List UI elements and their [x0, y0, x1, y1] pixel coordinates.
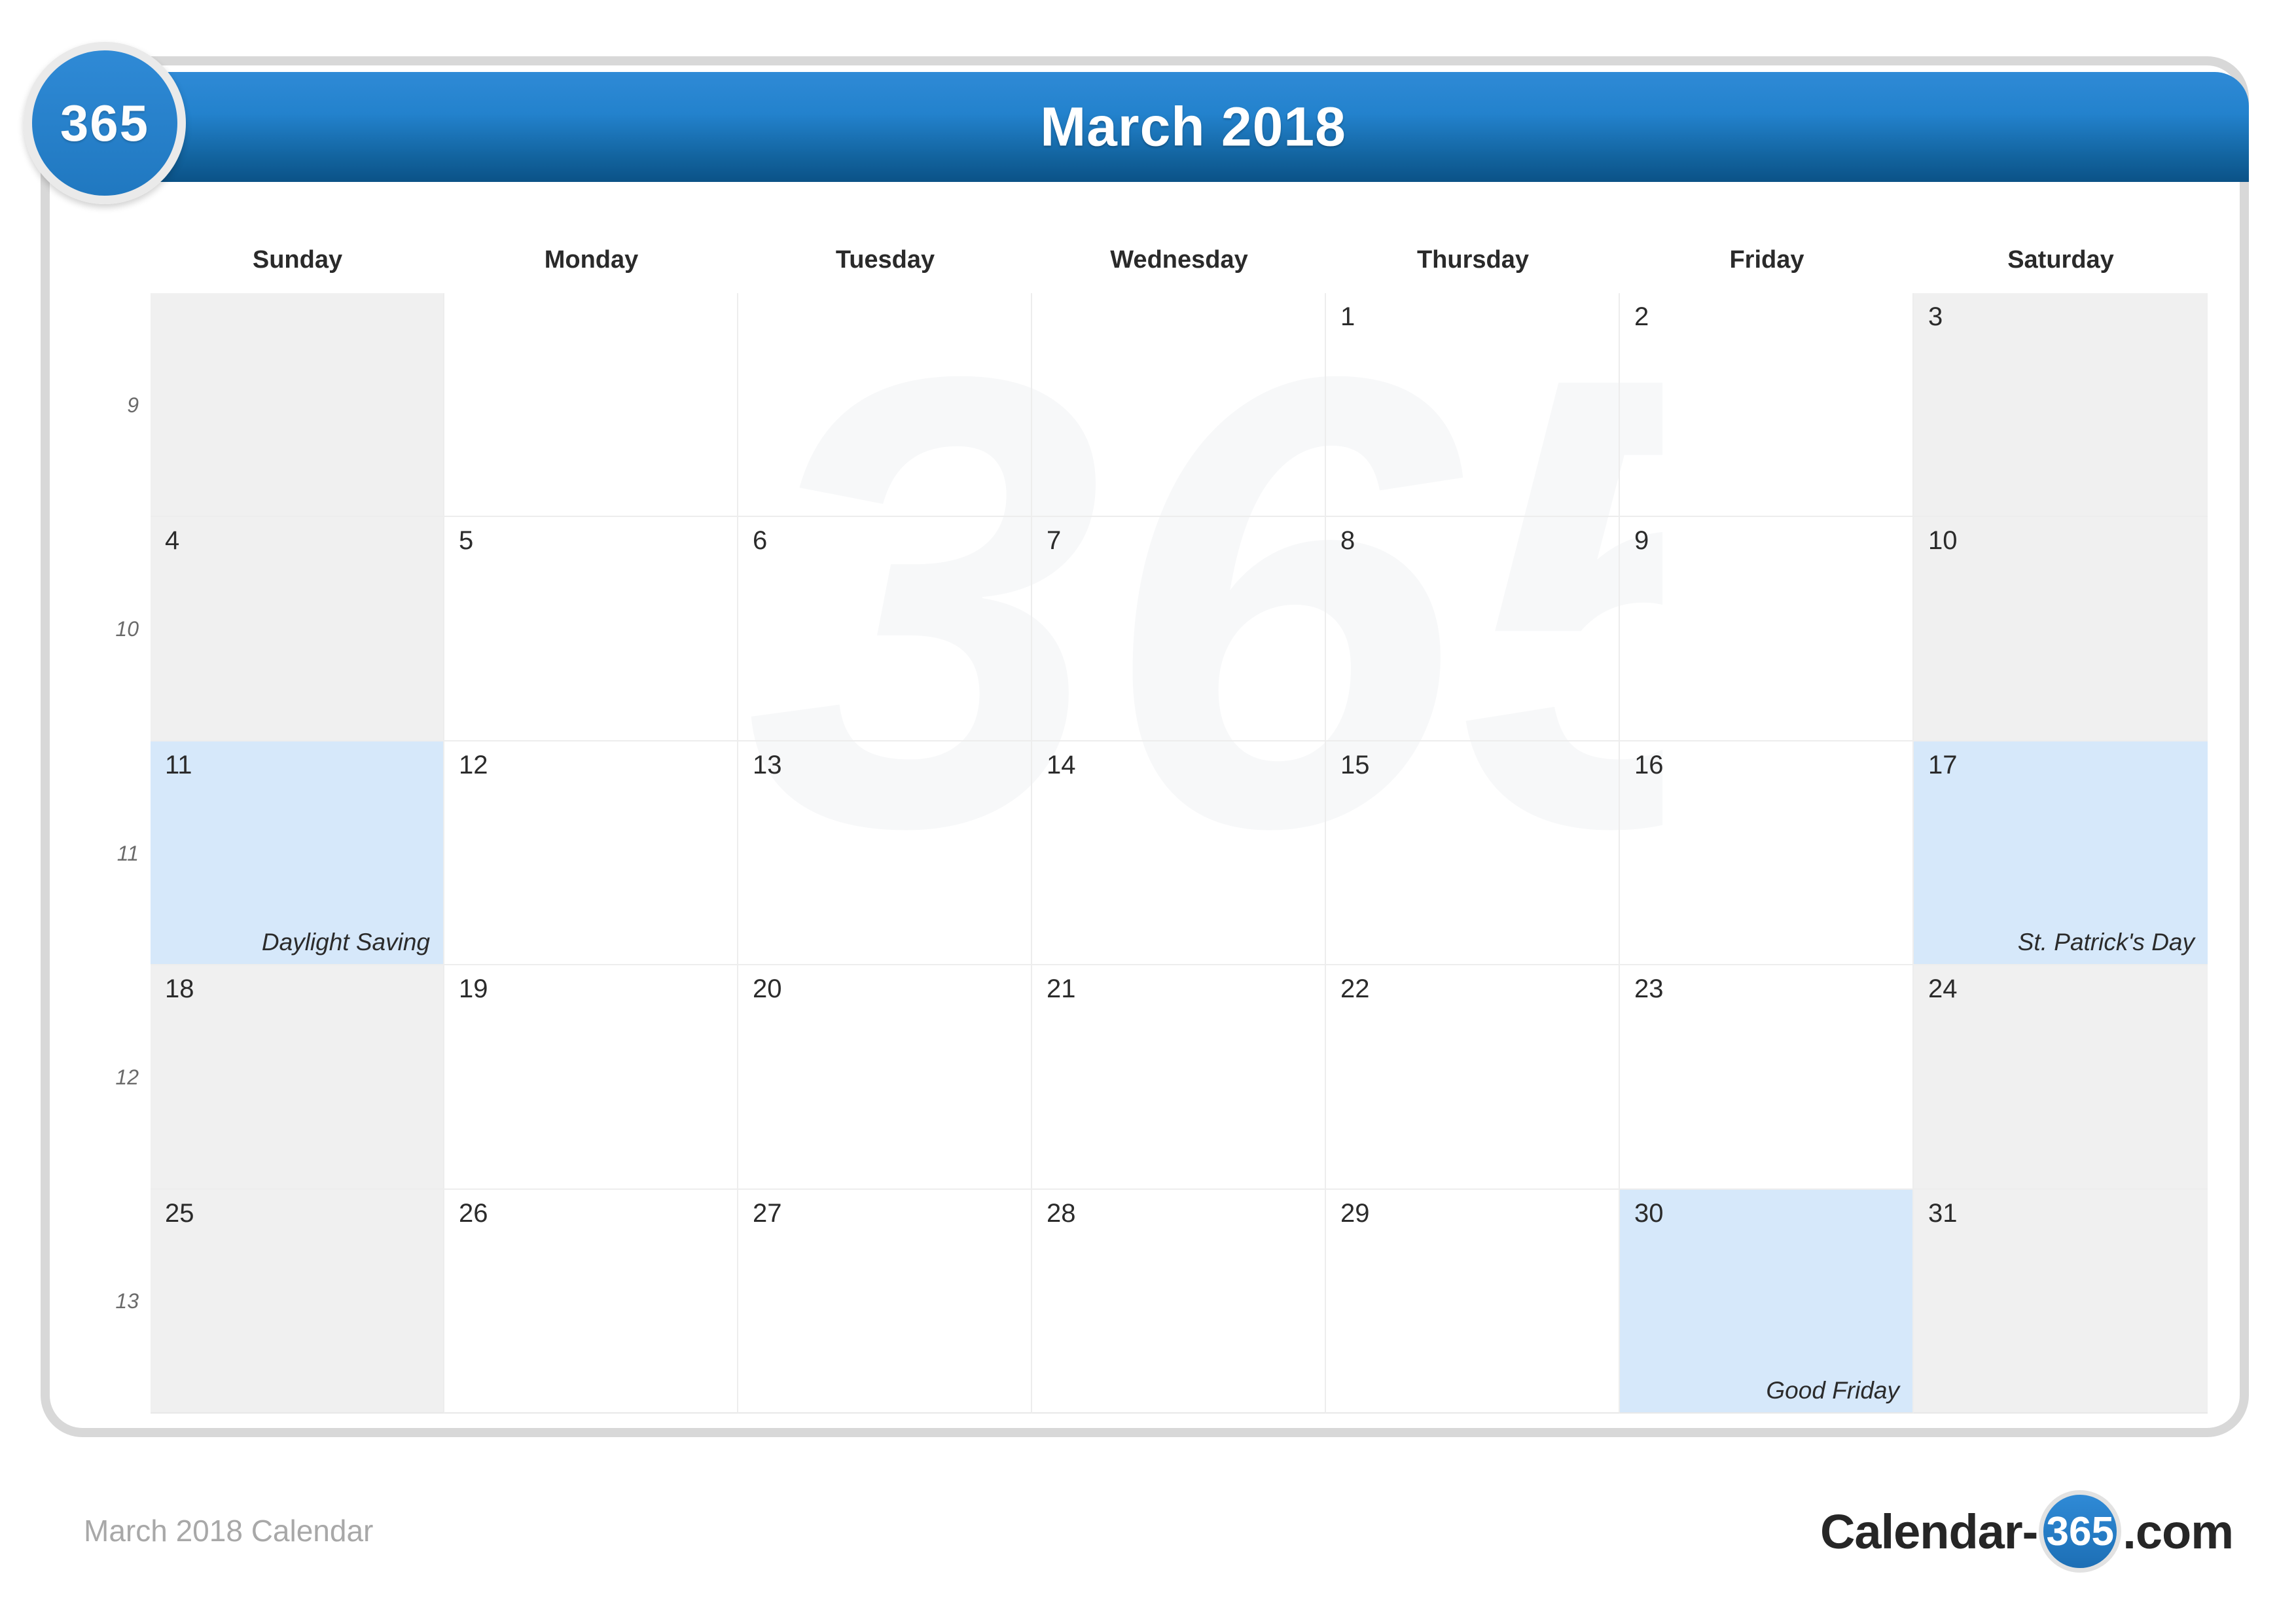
- day-cell[interactable]: 11 Daylight Saving: [151, 741, 444, 966]
- day-number: 29: [1340, 1198, 1370, 1228]
- day-cell[interactable]: 12: [444, 741, 738, 966]
- day-number: 28: [1047, 1198, 1076, 1228]
- day-cell[interactable]: 14: [1032, 741, 1326, 966]
- day-number: 23: [1634, 974, 1664, 1004]
- day-cell[interactable]: 1: [1326, 293, 1620, 518]
- day-cell[interactable]: 7: [1032, 517, 1326, 741]
- day-number: 3: [1928, 302, 1943, 331]
- day-cell[interactable]: 27: [738, 1189, 1032, 1414]
- week-number: 13: [115, 1289, 139, 1313]
- day-cell[interactable]: 31: [1914, 1189, 2208, 1414]
- day-cell[interactable]: 28: [1032, 1189, 1326, 1414]
- site-logo-badge-label: 365: [2046, 1508, 2114, 1554]
- calendar-header-bar: March 2018: [137, 72, 2249, 182]
- day-cell[interactable]: 15: [1326, 741, 1620, 966]
- day-number: 1: [1340, 302, 1355, 331]
- weekday-header-wednesday: Wednesday: [1110, 246, 1248, 274]
- day-number: 19: [459, 974, 488, 1004]
- day-number: 14: [1047, 750, 1076, 779]
- day-number: 21: [1047, 974, 1076, 1004]
- brand-badge-label: 365: [60, 94, 150, 152]
- day-cell[interactable]: 29: [1326, 1189, 1620, 1414]
- day-cell[interactable]: 20: [738, 965, 1032, 1190]
- day-number: 9: [1634, 526, 1649, 556]
- day-cell[interactable]: 21: [1032, 965, 1326, 1190]
- weekday-header-saturday: Saturday: [2007, 246, 2114, 274]
- weekday-header-row: Sunday Monday Tuesday Wednesday Thursday Frid…: [151, 246, 2208, 291]
- day-cell[interactable]: 9: [1620, 517, 1914, 741]
- page-title: March 2018: [1040, 96, 1346, 158]
- week-number: 12: [115, 1065, 139, 1089]
- week-number: 10: [115, 617, 139, 641]
- weekday-header-friday: Friday: [1729, 246, 1804, 274]
- day-cell[interactable]: 22: [1326, 965, 1620, 1190]
- day-cell[interactable]: 25: [151, 1189, 444, 1414]
- day-cell[interactable]: 4: [151, 517, 444, 741]
- day-cell[interactable]: 3: [1914, 293, 2208, 518]
- day-cell[interactable]: 10: [1914, 517, 2208, 741]
- day-cell[interactable]: 17 St. Patrick's Day: [1914, 741, 2208, 966]
- day-cell[interactable]: 13: [738, 741, 1032, 966]
- weekday-header-thursday: Thursday: [1416, 246, 1530, 274]
- day-number: 17: [1928, 750, 1958, 779]
- weekday-header-sunday: Sunday: [252, 246, 343, 274]
- week-number-column: 9 10 11 12 13: [72, 293, 151, 1414]
- day-cell[interactable]: 8: [1326, 517, 1620, 741]
- day-number: 5: [459, 526, 474, 556]
- site-logo-prefix: Calendar-: [1820, 1504, 2038, 1559]
- day-number: 10: [1928, 526, 1958, 556]
- day-number: 31: [1928, 1198, 1958, 1228]
- day-cell[interactable]: 24: [1914, 965, 2208, 1190]
- day-cell[interactable]: 19: [444, 965, 738, 1190]
- day-number: 27: [753, 1198, 782, 1228]
- day-cell-empty: [738, 293, 1032, 518]
- day-number: 24: [1928, 974, 1958, 1004]
- weekday-header-tuesday: Tuesday: [835, 246, 935, 274]
- day-cell-empty: [151, 293, 444, 518]
- day-cell-empty: [1032, 293, 1326, 518]
- day-number: 12: [459, 750, 488, 779]
- day-number: 22: [1340, 974, 1370, 1004]
- day-number: 18: [165, 974, 194, 1004]
- site-logo-suffix: .com: [2123, 1504, 2234, 1559]
- day-cell[interactable]: 30 Good Friday: [1620, 1189, 1914, 1414]
- week-number: 11: [117, 841, 139, 865]
- day-cell[interactable]: 23: [1620, 965, 1914, 1190]
- brand-badge-365: 365: [24, 42, 186, 204]
- day-number: 6: [753, 526, 768, 556]
- day-number: 20: [753, 974, 782, 1004]
- day-number: 7: [1047, 526, 1062, 556]
- day-cell[interactable]: 16: [1620, 741, 1914, 966]
- day-number: 11: [165, 750, 192, 779]
- day-number: 16: [1634, 750, 1664, 779]
- day-event-label: Good Friday: [1766, 1376, 1899, 1404]
- calendar-grid: 1 2 3 4 5 6 7 8 9 10 11 Daylight Saving 12 13 14 15 16 17…: [151, 293, 2208, 1414]
- day-number: 15: [1340, 750, 1370, 779]
- day-number: 25: [165, 1198, 194, 1228]
- day-cell[interactable]: 26: [444, 1189, 738, 1414]
- week-number: 9: [127, 393, 139, 417]
- day-number: 4: [165, 526, 180, 556]
- day-number: 13: [753, 750, 782, 779]
- day-cell-empty: [444, 293, 738, 518]
- day-cell[interactable]: 5: [444, 517, 738, 741]
- site-logo-badge-icon: 365: [2039, 1490, 2122, 1573]
- day-event-label: Daylight Saving: [261, 929, 430, 956]
- day-number: 30: [1634, 1198, 1664, 1228]
- day-cell[interactable]: 2: [1620, 293, 1914, 518]
- footer-caption: March 2018 Calendar: [84, 1514, 374, 1548]
- day-event-label: St. Patrick's Day: [2017, 929, 2195, 956]
- day-number: 8: [1340, 526, 1355, 556]
- day-number: 2: [1634, 302, 1649, 331]
- day-number: 26: [459, 1198, 488, 1228]
- weekday-header-monday: Monday: [544, 246, 639, 274]
- site-logo[interactable]: Calendar- 365 .com: [1820, 1490, 2234, 1573]
- day-cell[interactable]: 18: [151, 965, 444, 1190]
- day-cell[interactable]: 6: [738, 517, 1032, 741]
